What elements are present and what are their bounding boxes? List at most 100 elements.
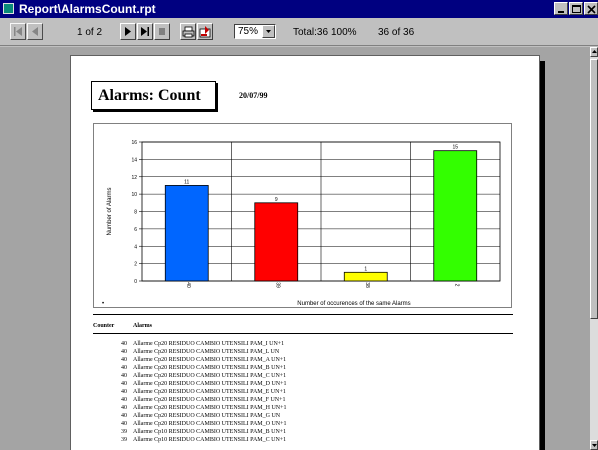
report-title: Alarms: Count <box>98 87 201 104</box>
data-label: 1 <box>364 266 367 272</box>
alarm-counter: 40 <box>121 389 127 395</box>
list-item: 40 Allarme Cp20 RESIDUO CAMBIO UTENSILI P… <box>93 389 513 397</box>
y-tick-label: 2 <box>134 262 137 268</box>
report-toolbar: 1 of 2 75% Total:36 100% 36 of 36 <box>0 18 598 46</box>
first-page-button[interactable] <box>10 23 26 40</box>
close-button[interactable] <box>584 2 598 15</box>
percent-records: 100% <box>331 27 357 38</box>
page-indicator: 1 of 2 <box>77 27 103 38</box>
alarms-column-header: Alarms <box>133 323 152 329</box>
alarm-text: Allarme Cp20 RESIDUO CAMBIO UTENSILI PAM… <box>133 397 286 403</box>
x-axis-label: Number of occurences of the same Alarms <box>297 301 410 307</box>
alarm-text: Allarme Cp20 RESIDUO CAMBIO UTENSILI PAM… <box>133 381 287 387</box>
legend-marker: • <box>102 301 104 307</box>
scroll-thumb[interactable] <box>590 59 598 319</box>
list-item: 40 Allarme Cp20 RESIDUO CAMBIO UTENSILI P… <box>93 397 513 405</box>
y-tick-label: 10 <box>131 192 137 198</box>
window-titlebar[interactable]: Report\AlarmsCount.rpt <box>0 0 598 18</box>
bar <box>164 185 209 282</box>
window-title: Report\AlarmsCount.rpt <box>19 2 156 16</box>
list-item: 40 Allarme Cp20 RESIDUO CAMBIO UTENSILI P… <box>93 373 513 381</box>
y-tick-label: 12 <box>131 175 137 181</box>
alarm-counter: 39 <box>121 429 127 435</box>
bar <box>254 202 299 282</box>
divider <box>93 333 513 334</box>
bar-chart: 0 2 4 6 8 10 12 14 16 11 40 9 39 1 38 15 2 Number of Alar… <box>102 140 501 307</box>
x-tick-label: 40 <box>185 282 191 288</box>
alarm-counter: 40 <box>121 381 127 387</box>
app-icon <box>3 3 14 14</box>
chevron-down-icon[interactable] <box>262 25 275 38</box>
divider <box>93 314 513 315</box>
total-records: Total:36 <box>293 27 329 38</box>
alarm-counter: 39 <box>121 437 127 443</box>
alarm-counter: 40 <box>121 349 127 355</box>
alarm-counter: 40 <box>121 373 127 379</box>
alarm-text: Allarme Cp20 RESIDUO CAMBIO UTENSILI PAM… <box>133 421 287 427</box>
chart-frame: 0 2 4 6 8 10 12 14 16 11 40 9 39 1 38 15 2 Number of Alar… <box>93 123 512 308</box>
alarm-text: Allarme Cp20 RESIDUO CAMBIO UTENSILI PAM… <box>133 357 287 363</box>
alarm-text: Allarme Cp20 RESIDUO CAMBIO UTENSILI PAM… <box>133 389 286 395</box>
y-axis-label: Number of Alarms <box>107 187 113 235</box>
list-item: 40 Allarme Cp20 RESIDUO CAMBIO UTENSILI P… <box>93 357 513 365</box>
x-tick-label: 38 <box>364 282 370 288</box>
record-counter: 36 of 36 <box>378 27 415 38</box>
scroll-down-button[interactable] <box>590 440 598 450</box>
report-viewer[interactable]: Alarms: Count 20/07/99 0 2 4 6 8 10 12 14 16 11 40… <box>0 47 590 450</box>
y-tick-label: 6 <box>134 227 137 233</box>
alarm-counter: 40 <box>121 413 127 419</box>
list-item: 39 Allarme Cp10 RESIDUO CAMBIO UTENSILI P… <box>93 429 513 437</box>
x-tick-label: 39 <box>274 282 280 288</box>
zoom-value: 75% <box>238 26 259 37</box>
data-label: 15 <box>452 145 458 151</box>
alarm-counter: 40 <box>121 341 127 347</box>
data-label: 11 <box>184 179 189 185</box>
next-page-button[interactable] <box>120 23 136 40</box>
list-item: 40 Allarme Cp20 RESIDUO CAMBIO UTENSILI P… <box>93 365 513 373</box>
data-label: 9 <box>275 197 278 203</box>
alarm-text: Allarme Cp20 RESIDUO CAMBIO UTENSILI PAM… <box>133 373 287 379</box>
list-item: 40 Allarme Cp20 RESIDUO CAMBIO UTENSILI P… <box>93 349 513 357</box>
list-item: 40 Allarme Cp20 RESIDUO CAMBIO UTENSILI P… <box>93 405 513 413</box>
report-page: Alarms: Count 20/07/99 0 2 4 6 8 10 12 14 16 11 40… <box>70 55 540 450</box>
zoom-select[interactable]: 75% <box>234 24 276 39</box>
stop-button[interactable] <box>154 23 170 40</box>
list-item: 40 Allarme Cp20 RESIDUO CAMBIO UTENSILI P… <box>93 381 513 389</box>
list-item: 40 Allarme Cp20 RESIDUO CAMBIO UTENSILI P… <box>93 413 513 421</box>
report-date: 20/07/99 <box>239 91 268 100</box>
list-item: 39 Allarme Cp10 RESIDUO CAMBIO UTENSILI P… <box>93 437 513 445</box>
alarm-text: Allarme Cp20 RESIDUO CAMBIO UTENSILI PAM… <box>133 365 287 371</box>
y-tick-label: 0 <box>134 279 137 285</box>
alarm-text: Allarme Cp10 RESIDUO CAMBIO UTENSILI PAM… <box>133 429 287 435</box>
maximize-button[interactable] <box>569 2 583 15</box>
print-icon[interactable] <box>180 23 196 40</box>
y-tick-label: 14 <box>131 157 137 163</box>
alarm-text: Allarme Cp20 RESIDUO CAMBIO UTENSILI PAM… <box>133 349 280 355</box>
alarm-counter: 40 <box>121 405 127 411</box>
y-tick-label: 16 <box>131 140 137 146</box>
alarm-text: Allarme Cp20 RESIDUO CAMBIO UTENSILI PAM… <box>133 405 287 411</box>
vertical-scrollbar[interactable] <box>590 47 598 450</box>
alarm-text: Allarme Cp10 RESIDUO CAMBIO UTENSILI PAM… <box>133 437 287 443</box>
export-icon[interactable] <box>197 23 213 40</box>
y-tick-label: 8 <box>134 210 137 216</box>
bar <box>343 271 388 282</box>
y-tick-label: 4 <box>134 244 137 250</box>
list-item: 40 Allarme Cp20 RESIDUO CAMBIO UTENSILI P… <box>93 421 513 429</box>
scroll-up-button[interactable] <box>590 47 598 57</box>
alarm-counter: 40 <box>121 365 127 371</box>
report-title-box: Alarms: Count <box>91 81 216 110</box>
x-tick-label: 2 <box>453 284 459 287</box>
previous-page-button[interactable] <box>27 23 43 40</box>
alarm-counter: 40 <box>121 357 127 363</box>
last-page-button[interactable] <box>137 23 153 40</box>
alarm-text: Allarme Cp20 RESIDUO CAMBIO UTENSILI PAM… <box>133 341 285 347</box>
alarm-counter: 40 <box>121 397 127 403</box>
list-item: 40 Allarme Cp20 RESIDUO CAMBIO UTENSILI P… <box>93 341 513 349</box>
alarm-list: 40 Allarme Cp20 RESIDUO CAMBIO UTENSILI P… <box>93 341 513 445</box>
bar <box>433 150 478 282</box>
alarm-counter: 40 <box>121 421 127 427</box>
minimize-button[interactable] <box>554 2 568 15</box>
alarm-text: Allarme Cp20 RESIDUO CAMBIO UTENSILI PAM… <box>133 413 281 419</box>
counter-column-header: Counter <box>93 323 115 329</box>
